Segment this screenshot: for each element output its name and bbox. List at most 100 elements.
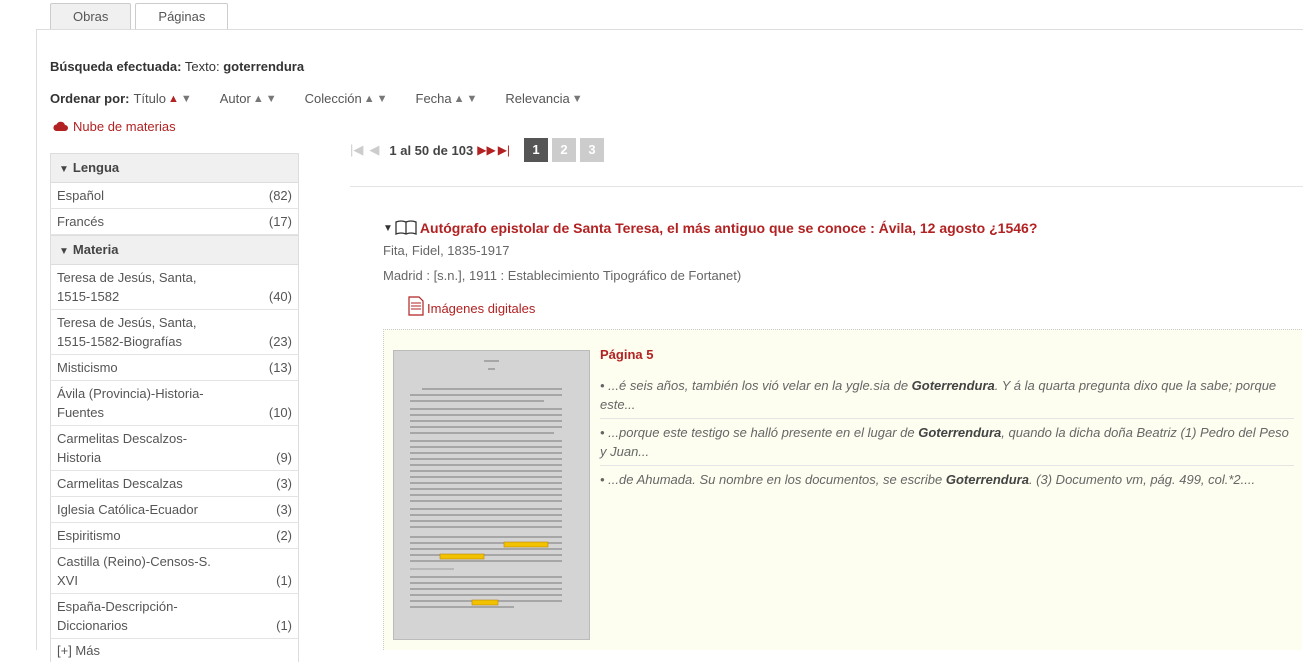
subject-cloud-link[interactable]: Nube de materias: [52, 119, 176, 134]
search-term: goterrendura: [223, 59, 305, 74]
sort-asc-icon[interactable]: ▲: [364, 93, 375, 105]
last-page-icon[interactable]: ▶|: [498, 143, 510, 157]
page-number-link[interactable]: Página 5: [600, 347, 653, 362]
digital-images-link[interactable]: Imágenes digitales: [408, 296, 535, 316]
sort-asc-icon[interactable]: ▲: [253, 93, 264, 105]
divider: [350, 186, 1303, 187]
facet-label: Misticismo: [57, 360, 118, 375]
facet-count: (1): [276, 618, 292, 633]
divider: [600, 418, 1294, 419]
snippet-pre: • ...de Ahumada. Su nombre en los docume…: [600, 472, 946, 487]
sort-desc-icon[interactable]: ▼: [266, 93, 277, 105]
facet-count: (23): [268, 334, 292, 349]
cloud-icon: [53, 121, 68, 131]
facet-item[interactable]: Misticismo (13): [50, 355, 299, 381]
facet-count: (10): [268, 405, 292, 420]
snippet-term: Goterrendura: [918, 425, 1002, 440]
facet-label: Ávila (Provincia)-Historia-Fuentes: [57, 386, 204, 420]
facet-item[interactable]: Español (82): [50, 183, 299, 209]
snippet-term: Goterrendura: [911, 378, 995, 393]
facet-item[interactable]: Carmelitas Descalzos-Historia (9): [50, 426, 299, 471]
page-2-button[interactable]: 2: [552, 138, 577, 162]
facet-item[interactable]: Espiritismo (2): [50, 523, 299, 549]
facet-item[interactable]: Iglesia Católica-Ecuador (3): [50, 497, 299, 523]
result-range: 1 al 50 de 103: [389, 142, 474, 158]
search-label: Búsqueda efectuada:: [50, 59, 182, 74]
result-title[interactable]: ▼ Autógrafo epistolar de Santa Teresa, e…: [383, 220, 1037, 236]
document-icon: [408, 296, 424, 316]
facet-item[interactable]: Teresa de Jesús, Santa, 1515-1582-Biogra…: [50, 310, 299, 355]
facet-sidebar: ▼ Lengua Español (82) Francés (17) ▼ Materia…: [50, 153, 299, 662]
sort-relevancia[interactable]: Relevancia ▼: [505, 91, 582, 106]
subject-cloud-label: Nube de materias: [73, 119, 176, 134]
facet-label: Espiritismo: [57, 528, 121, 543]
facet-head-lengua[interactable]: ▼ Lengua: [50, 153, 299, 183]
facet-count: (9): [276, 450, 292, 465]
sort-asc-icon[interactable]: ▲: [168, 93, 179, 105]
sort-titulo-label: Título: [133, 91, 166, 106]
sort-desc-icon[interactable]: ▼: [377, 93, 388, 105]
page-thumbnail-image: [394, 351, 589, 639]
facet-count: (40): [268, 289, 292, 304]
book-icon: [395, 220, 417, 235]
facet-more-link[interactable]: [+] Más: [50, 639, 299, 662]
sort-coleccion-label: Colección: [304, 91, 362, 106]
sort-bar: Ordenar por: Título ▲ ▼ Autor ▲ ▼ Colección ▲…: [50, 91, 611, 106]
facet-item[interactable]: Carmelitas Descalzas (3): [50, 471, 299, 497]
caret-down-icon: ▼: [59, 164, 69, 175]
facet-item[interactable]: Francés (17): [50, 209, 299, 235]
facet-count: (17): [268, 214, 292, 229]
result-title-text: Autógrafo epistolar de Santa Teresa, el …: [419, 220, 1038, 236]
sort-fecha-label: Fecha: [415, 91, 452, 106]
snippet-pre: • ...porque este testigo se halló presen…: [600, 425, 919, 440]
sort-coleccion[interactable]: Colección ▲ ▼: [305, 91, 388, 106]
facet-count: (1): [276, 573, 292, 588]
tab-paginas[interactable]: Páginas: [135, 3, 229, 30]
page-3-button[interactable]: 3: [580, 138, 605, 162]
caret-down-icon[interactable]: ▼: [383, 223, 393, 234]
facet-count: (82): [268, 188, 292, 203]
sort-desc-icon[interactable]: ▼: [572, 93, 583, 105]
page-1-button[interactable]: 1: [524, 138, 549, 162]
sort-asc-icon[interactable]: ▲: [454, 93, 465, 105]
sort-fecha[interactable]: Fecha ▲ ▼: [416, 91, 478, 106]
facet-title: Materia: [72, 242, 119, 257]
caret-down-icon: ▼: [59, 246, 69, 257]
sort-label: Ordenar por:: [50, 91, 130, 106]
digital-images-label: Imágenes digitales: [427, 301, 536, 316]
snippet-2[interactable]: • ...porque este testigo se halló presen…: [600, 423, 1294, 461]
facet-label: Teresa de Jesús, Santa, 1515-1582-Biogra…: [57, 315, 197, 349]
result-imprint: Madrid : [s.n.], 1911 : Establecimiento …: [383, 268, 742, 283]
facet-label: Carmelitas Descalzos-Historia: [57, 431, 188, 465]
facet-item[interactable]: España-Descripción-Diccionarios (1): [50, 594, 299, 639]
tab-obras[interactable]: Obras: [50, 3, 132, 29]
prev-page-icon: ◀: [369, 142, 380, 157]
snippet-3[interactable]: • ...de Ahumada. Su nombre en los docume…: [600, 470, 1294, 489]
facet-label: Español: [57, 188, 104, 203]
facet-label: Iglesia Católica-Ecuador: [57, 502, 198, 517]
snippet-pre: • ...é seis años, también los vió velar …: [600, 378, 912, 393]
snippet-panel: Página 5 • ...é seis años, también los v…: [383, 329, 1302, 650]
facet-item[interactable]: Castilla (Reino)-Censos-S. XVI (1): [50, 549, 299, 594]
divider: [600, 465, 1294, 466]
sort-autor-label: Autor: [219, 91, 251, 106]
facet-item[interactable]: Teresa de Jesús, Santa, 1515-1582 (40): [50, 265, 299, 310]
facet-count: (3): [276, 476, 292, 491]
sort-desc-icon[interactable]: ▼: [467, 93, 478, 105]
sort-titulo[interactable]: Título ▲ ▼: [133, 91, 191, 106]
sort-autor[interactable]: Autor ▲ ▼: [220, 91, 277, 106]
facet-label: Carmelitas Descalzas: [57, 476, 183, 491]
facet-count: (3): [276, 502, 292, 517]
snippet-1[interactable]: • ...é seis años, también los vió velar …: [600, 376, 1294, 414]
page-thumbnail[interactable]: [393, 350, 590, 640]
sort-desc-icon[interactable]: ▼: [181, 93, 192, 105]
search-summary: Búsqueda efectuada: Texto: goterrendura: [50, 59, 304, 74]
next-page-icon[interactable]: ▶▶: [477, 143, 495, 157]
facet-head-materia[interactable]: ▼ Materia: [50, 235, 299, 265]
result-author[interactable]: Fita, Fidel, 1835-1917: [383, 243, 509, 258]
facet-item[interactable]: Ávila (Provincia)-Historia-Fuentes (10): [50, 381, 299, 426]
facet-label: España-Descripción-Diccionarios: [57, 599, 178, 633]
facet-count: (13): [268, 360, 292, 375]
tab-bar: Obras Páginas: [50, 3, 232, 30]
snippet-post: . (3) Documento vm, pág. 499, col.*2....: [1028, 472, 1256, 487]
